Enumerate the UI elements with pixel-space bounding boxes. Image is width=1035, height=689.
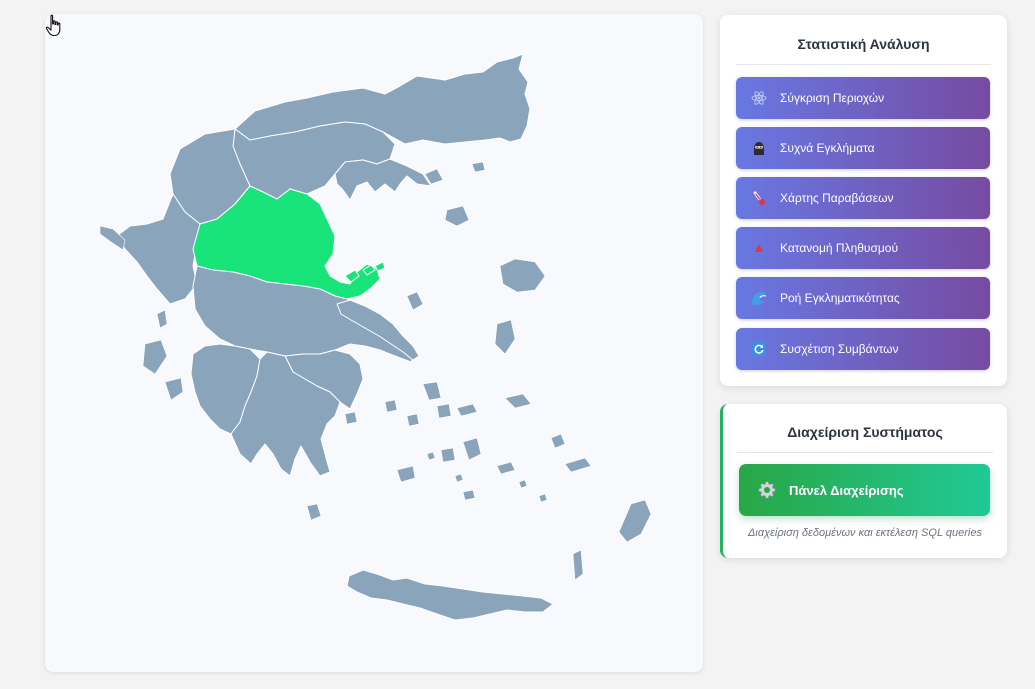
wave-icon xyxy=(751,290,767,306)
island-kalymnos[interactable] xyxy=(550,433,566,449)
island-paros[interactable] xyxy=(440,447,456,463)
island-small-3[interactable] xyxy=(538,493,548,503)
region-chalkidiki[interactable] xyxy=(334,158,432,201)
triangle-icon xyxy=(751,240,767,256)
island-samothrace[interactable] xyxy=(471,161,486,173)
region-crete[interactable] xyxy=(346,569,554,621)
compare-regions-button[interactable]: Σύγκριση Περιοχών xyxy=(736,77,990,119)
frequent-crimes-button[interactable]: Συχνά Εγκλήματα xyxy=(736,127,990,169)
island-aegina[interactable] xyxy=(344,411,358,425)
gear-icon xyxy=(758,481,776,499)
island-lesvos[interactable] xyxy=(499,258,546,293)
island-santorini[interactable] xyxy=(462,489,476,501)
island-ikaria[interactable] xyxy=(456,403,478,417)
island-small-1[interactable] xyxy=(454,473,464,483)
admin-panel-button-label: Πάνελ Διαχείρισης xyxy=(789,482,904,498)
event-correlation-button[interactable]: Συσχέτιση Συμβάντων xyxy=(736,328,990,370)
island-chios[interactable] xyxy=(494,319,516,355)
island-andros[interactable] xyxy=(422,381,442,401)
violations-map-label: Χάρτης Παραβάσεων xyxy=(780,191,894,205)
island-kos[interactable] xyxy=(564,457,592,473)
frequent-crimes-label: Συχνά Εγκλήματα xyxy=(780,141,875,155)
region-east-macedonia-thrace[interactable] xyxy=(234,53,531,145)
admin-panel-button[interactable]: Πάνελ Διαχείρισης xyxy=(739,464,990,516)
island-zakynthos[interactable] xyxy=(164,377,184,401)
compare-regions-label: Σύγκριση Περιοχών xyxy=(780,91,885,105)
island-karpathos[interactable] xyxy=(572,549,584,581)
island-skyros[interactable] xyxy=(406,291,424,311)
hand-pointer-icon xyxy=(45,14,61,37)
island-rhodes[interactable] xyxy=(618,499,652,543)
island-amorgos[interactable] xyxy=(496,461,516,475)
island-kythira[interactable] xyxy=(306,503,322,521)
population-distribution-label: Κατανομή Πληθυσμού xyxy=(780,241,899,255)
island-tinos[interactable] xyxy=(436,403,452,419)
greece-map xyxy=(99,53,652,621)
ninja-icon xyxy=(751,140,767,156)
island-milos[interactable] xyxy=(396,465,416,483)
atom-icon xyxy=(751,90,767,106)
statistics-panel-title: Στατιστική Ανάλυση xyxy=(736,36,991,65)
system-admin-panel-title: Διαχείριση Συστήματος xyxy=(737,424,993,453)
island-corfu[interactable] xyxy=(99,225,126,251)
thermometer-icon xyxy=(751,190,767,206)
crime-flow-label: Ροή Εγκληματικότητας xyxy=(780,291,900,305)
island-limnos[interactable] xyxy=(444,205,470,227)
island-small-2[interactable] xyxy=(518,479,528,489)
admin-panel-description: Διαχείριση δεδομένων και εκτέλεση SQL qu… xyxy=(748,527,982,539)
system-admin-panel: Διαχείριση Συστήματος Πάνελ Διαχείρισης … xyxy=(720,404,1007,558)
refresh-icon xyxy=(751,341,767,357)
island-naxos[interactable] xyxy=(462,437,482,461)
statistics-panel: Στατιστική Ανάλυση Σύγκριση Περιοχών Συχ… xyxy=(720,15,1007,386)
violations-map-button[interactable]: Χάρτης Παραβάσεων xyxy=(736,177,990,219)
island-kea[interactable] xyxy=(384,399,398,413)
island-syros[interactable] xyxy=(406,413,420,427)
greece-map-card xyxy=(45,14,703,672)
island-samos[interactable] xyxy=(504,393,532,409)
event-correlation-label: Συσχέτιση Συμβάντων xyxy=(780,342,899,356)
island-kefalonia[interactable] xyxy=(142,339,168,375)
island-lefkada[interactable] xyxy=(156,309,168,329)
crime-flow-button[interactable]: Ροή Εγκληματικότητας xyxy=(736,277,990,319)
population-distribution-button[interactable]: Κατανομή Πληθυσμού xyxy=(736,227,990,269)
island-small-4[interactable] xyxy=(426,451,436,461)
